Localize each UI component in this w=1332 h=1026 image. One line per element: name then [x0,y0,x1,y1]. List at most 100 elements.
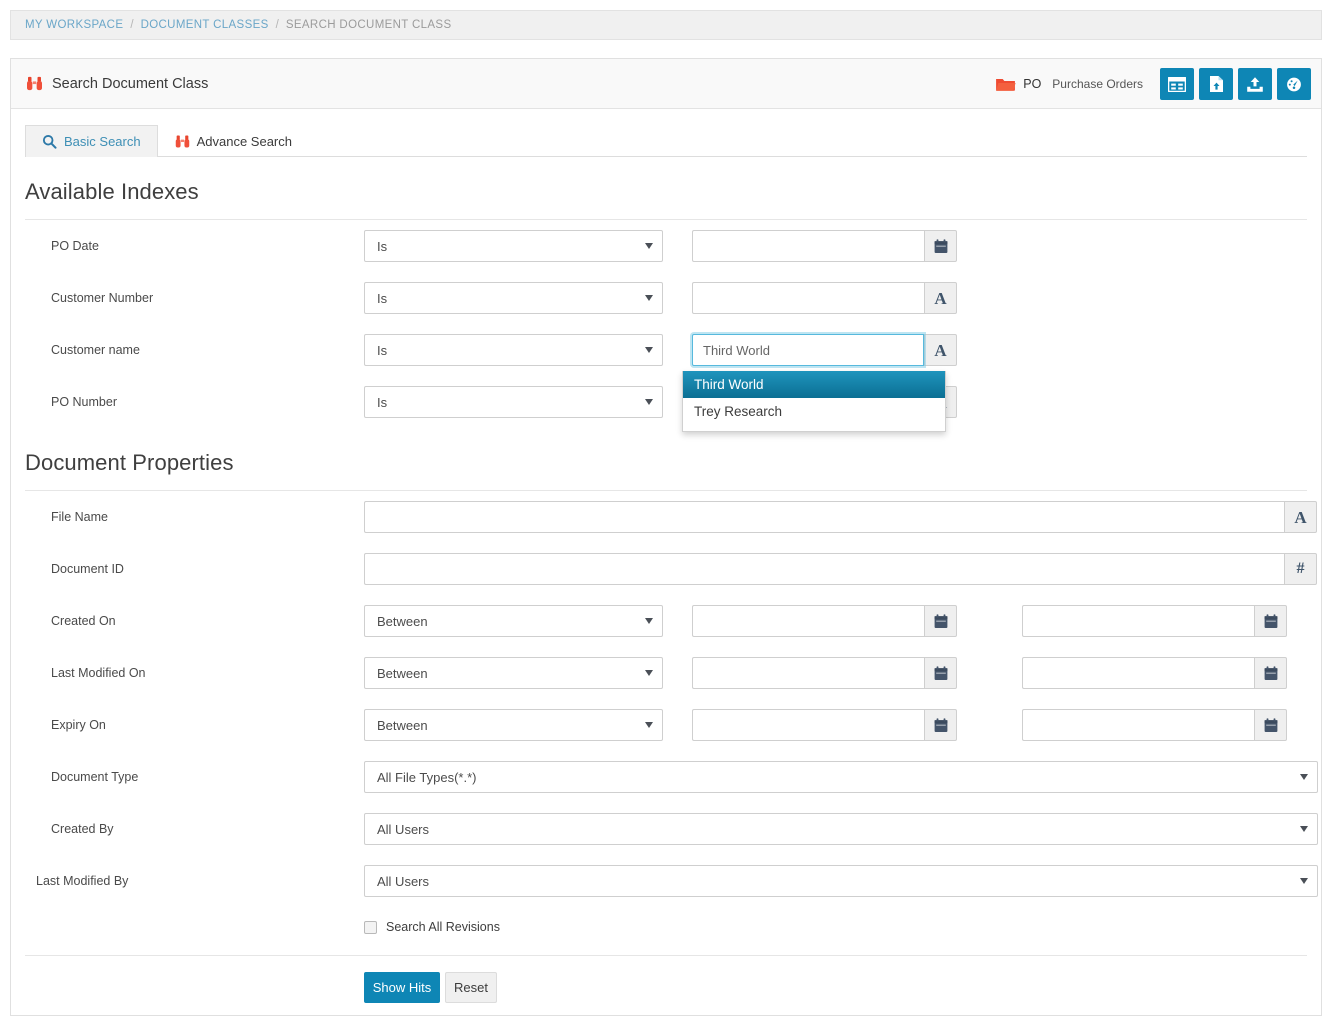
label-expiry-on: Expiry On [51,718,106,732]
chevron-down-icon [645,618,653,624]
row-po-date: PO Date Is [11,220,1321,272]
value-input-group-customer-name: A [692,334,957,366]
calendar-icon [1264,614,1278,629]
operator-select-expiry-on[interactable]: Between [364,709,663,741]
operator-select-po-date-value: Is [377,239,387,254]
alpha-type-button-customer-number[interactable]: A [924,282,957,314]
customer-name-autocomplete-menu: Third World Trey Research [682,371,946,432]
dashboard-gauge-icon [1285,76,1303,93]
operator-select-expiry-on-value: Between [377,718,428,733]
show-hits-button[interactable]: Show Hits [364,972,440,1003]
chevron-down-icon [645,722,653,728]
to-date-group-created-on [1022,605,1287,637]
grid-view-icon-button[interactable] [1160,68,1194,100]
row-last-modified-on: Last Modified On Between [11,647,1321,699]
from-date-input-created-on[interactable] [692,605,924,637]
folder-icon [995,76,1016,92]
binoculars-icon [175,134,190,149]
available-indexes-form: PO Date Is Customer [11,220,1321,428]
calendar-picker-button-created-on-to[interactable] [1254,605,1287,637]
label-created-by: Created By [51,822,114,836]
value-input-customer-number[interactable] [692,282,924,314]
tab-advance-search[interactable]: Advance Search [158,125,309,157]
document-type-select-value: All File Types(*.*) [377,770,476,785]
row-customer-number: Customer Number Is A [11,272,1321,324]
value-input-customer-name[interactable] [692,334,924,366]
file-upload-icon-button[interactable] [1199,68,1233,100]
label-last-modified-by: Last Modified By [36,874,128,888]
calendar-picker-button-last-modified-on-from[interactable] [924,657,957,689]
value-input-po-date[interactable] [692,230,924,262]
document-properties-heading: Document Properties [25,450,1321,476]
row-po-number: PO Number Is A [11,376,1321,428]
operator-select-customer-number[interactable]: Is [364,282,663,314]
operator-select-po-date[interactable]: Is [364,230,663,262]
autocomplete-option-trey-research[interactable]: Trey Research [683,398,945,425]
to-date-group-expiry-on [1022,709,1287,741]
to-date-input-created-on[interactable] [1022,605,1254,637]
chevron-down-icon [645,670,653,676]
panel-header: Search Document Class PO Purchase Orders [11,59,1321,109]
alpha-type-button-customer-name[interactable]: A [924,334,957,366]
row-file-name: File Name A [11,491,1321,543]
reset-button[interactable]: Reset [445,972,497,1003]
calendar-icon [1264,666,1278,681]
to-date-input-expiry-on[interactable] [1022,709,1254,741]
panel-header-actions: PO Purchase Orders [995,59,1311,109]
document-type-select[interactable]: All File Types(*.*) [364,761,1318,793]
last-modified-by-select[interactable]: All Users [364,865,1318,897]
tab-basic-search-label: Basic Search [64,134,141,149]
breadcrumb-item-my-workspace[interactable]: MY WORKSPACE [25,19,123,31]
page-title-text: Search Document Class [52,76,208,92]
calendar-picker-button-created-on-from[interactable] [924,605,957,637]
bulk-upload-icon-button[interactable] [1238,68,1272,100]
search-all-revisions-wrap: Search All Revisions [364,920,500,934]
number-type-button-document-id[interactable]: # [1284,553,1317,585]
current-folder[interactable]: PO Purchase Orders [995,76,1143,92]
grid-view-icon [1168,77,1186,92]
operator-select-last-modified-on[interactable]: Between [364,657,663,689]
label-created-on: Created On [51,614,116,628]
search-all-revisions-checkbox[interactable] [364,921,377,934]
breadcrumb-item-search-document-class: SEARCH DOCUMENT CLASS [286,19,452,31]
calendar-icon [1264,718,1278,733]
last-modified-by-select-value: All Users [377,874,429,889]
value-input-file-name[interactable] [364,501,1284,533]
from-date-group-created-on [692,605,957,637]
breadcrumb-item-document-classes[interactable]: DOCUMENT CLASSES [141,19,269,31]
row-last-modified-by: Last Modified By All Users [11,855,1321,907]
row-created-by: Created By All Users [11,803,1321,855]
label-file-name: File Name [51,510,108,524]
operator-select-customer-name[interactable]: Is [364,334,663,366]
operator-select-customer-name-value: Is [377,343,387,358]
row-search-all-revisions: Search All Revisions [11,907,1321,947]
calendar-picker-button-last-modified-on-to[interactable] [1254,657,1287,689]
calendar-picker-button-expiry-on-to[interactable] [1254,709,1287,741]
bulk-upload-icon [1246,76,1264,93]
calendar-icon [934,614,948,629]
alpha-type-button-file-name[interactable]: A [1284,501,1317,533]
operator-select-customer-number-value: Is [377,291,387,306]
operator-select-created-on[interactable]: Between [364,605,663,637]
operator-select-po-number[interactable]: Is [364,386,663,418]
document-properties-form: File Name A Document ID # Created On Be [11,491,1321,947]
search-panel: Search Document Class PO Purchase Orders [10,58,1322,1016]
value-input-group-file-name: A [364,501,1317,533]
page-title: Search Document Class [26,76,208,92]
dashboard-gauge-icon-button[interactable] [1277,68,1311,100]
tab-basic-search[interactable]: Basic Search [25,125,158,157]
label-customer-number: Customer Number [51,291,153,305]
from-date-input-expiry-on[interactable] [692,709,924,741]
created-by-select[interactable]: All Users [364,813,1318,845]
from-date-input-last-modified-on[interactable] [692,657,924,689]
to-date-input-last-modified-on[interactable] [1022,657,1254,689]
calendar-picker-button-expiry-on-from[interactable] [924,709,957,741]
label-customer-name: Customer name [51,343,140,357]
label-po-number: PO Number [51,395,117,409]
autocomplete-option-third-world[interactable]: Third World [683,371,945,398]
alpha-icon: A [934,290,946,307]
chevron-down-icon [1300,878,1308,884]
calendar-picker-button-po-date[interactable] [924,230,957,262]
value-input-document-id[interactable] [364,553,1284,585]
alpha-icon: A [934,342,946,359]
